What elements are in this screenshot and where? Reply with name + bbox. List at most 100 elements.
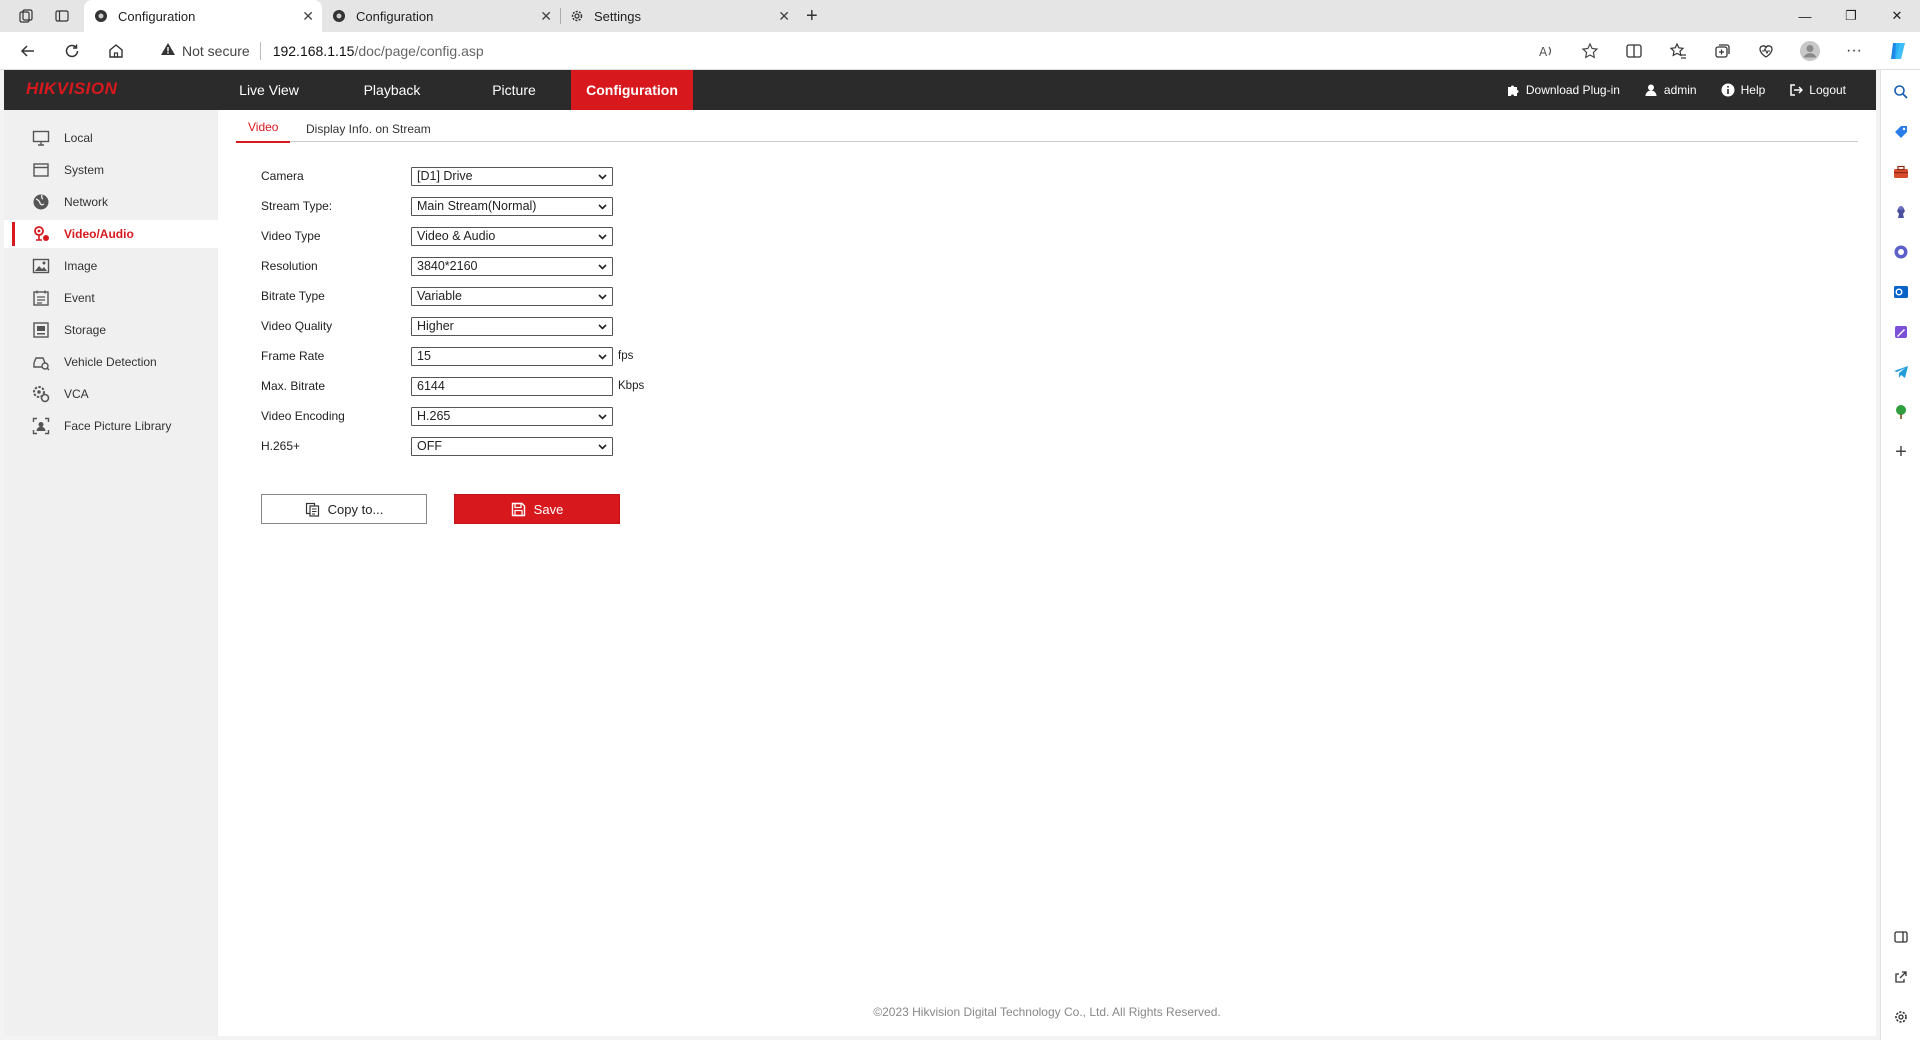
max-bitrate-label: Max. Bitrate xyxy=(261,379,326,393)
favorite-star-icon[interactable] xyxy=(1568,42,1612,60)
add-icon[interactable]: + xyxy=(1889,440,1913,464)
tree-icon[interactable] xyxy=(1889,400,1913,424)
nav-configuration[interactable]: Configuration xyxy=(571,70,693,110)
bitrate-type-select[interactable]: Variable xyxy=(411,286,613,306)
sub-tabs: Video Display Info. on Stream xyxy=(236,120,1858,144)
nav-picture[interactable]: Picture xyxy=(453,70,575,110)
sidebar-item-label: Network xyxy=(64,195,109,209)
sidebar-item-vehicle-detection[interactable]: Vehicle Detection xyxy=(4,348,218,376)
sidebar-item-storage[interactable]: Storage xyxy=(4,316,218,344)
top-navigation: HIKVISION Live View Playback Picture Con… xyxy=(4,70,1876,110)
browser-tab-3[interactable]: Settings ✕ xyxy=(560,0,798,32)
url-separator xyxy=(259,41,261,60)
stream-type-value: Main Stream(Normal) xyxy=(417,199,537,213)
video-encoding-select[interactable]: H.265 xyxy=(411,406,613,426)
more-options-icon[interactable]: ··· xyxy=(1832,42,1876,60)
tab-actions-icon[interactable] xyxy=(48,2,76,30)
row-max-bitrate: Max. Bitrate 6144 Kbps xyxy=(261,376,644,396)
resolution-value: 3840*2160 xyxy=(417,259,478,273)
sidebar-item-face-picture-library[interactable]: Face Picture Library xyxy=(4,412,218,440)
user-menu[interactable]: admin xyxy=(1644,83,1697,97)
h265plus-select[interactable]: OFF xyxy=(411,436,613,456)
tab-display-info[interactable]: Display Info. on Stream xyxy=(294,122,443,144)
sidebar-item-label: Vehicle Detection xyxy=(64,355,157,369)
tab-title: Configuration xyxy=(356,8,434,24)
tools-icon[interactable] xyxy=(1889,160,1913,184)
workspaces-icon[interactable] xyxy=(12,2,40,30)
nav-live-view[interactable]: Live View xyxy=(208,70,330,110)
sidebar-item-video-audio[interactable]: Video/Audio xyxy=(4,220,218,248)
sidebar-item-network[interactable]: Network xyxy=(4,188,218,216)
help-link[interactable]: Help xyxy=(1721,83,1765,97)
video-encoding-value: H.265 xyxy=(417,409,451,423)
logout-link[interactable]: Logout xyxy=(1789,83,1846,97)
frame-rate-select[interactable]: 15 xyxy=(411,346,613,366)
browser-tab-2[interactable]: Configuration ✕ xyxy=(322,0,561,32)
camera-select[interactable]: [D1] Drive xyxy=(411,166,613,186)
microsoft-365-icon[interactable] xyxy=(1889,240,1913,264)
browser-essentials-icon[interactable] xyxy=(1744,42,1788,60)
video-type-select[interactable]: Video & Audio xyxy=(411,226,613,246)
warning-icon[interactable] xyxy=(160,41,176,60)
max-bitrate-input[interactable]: 6144 xyxy=(411,376,613,396)
row-stream-type: Stream Type: Main Stream(Normal) xyxy=(261,196,613,216)
sidebar-item-image[interactable]: Image xyxy=(4,252,218,280)
split-screen-icon[interactable] xyxy=(1612,42,1656,60)
back-icon[interactable] xyxy=(6,42,50,60)
profile-avatar-icon[interactable] xyxy=(1788,40,1832,62)
refresh-icon[interactable] xyxy=(50,42,94,60)
sidebar-item-vca[interactable]: VCA xyxy=(4,380,218,408)
url-host: 192.168.1.15 xyxy=(272,42,355,59)
sidebar-item-local[interactable]: Local xyxy=(4,124,218,152)
row-video-encoding: Video Encoding H.265 xyxy=(261,406,613,426)
sidebar-item-label: Local xyxy=(64,131,93,145)
settings-gear-icon[interactable] xyxy=(1889,1005,1913,1029)
sidebar-item-event[interactable]: Event xyxy=(4,284,218,312)
new-tab-icon[interactable]: + xyxy=(806,5,818,28)
row-h265plus: H.265+ OFF xyxy=(261,436,613,456)
external-link-icon[interactable] xyxy=(1889,965,1913,989)
favorites-icon[interactable] xyxy=(1656,42,1700,60)
nav-playback[interactable]: Playback xyxy=(331,70,453,110)
bitrate-type-label: Bitrate Type xyxy=(261,289,325,303)
stream-type-select[interactable]: Main Stream(Normal) xyxy=(411,196,613,216)
shopping-tag-icon[interactable] xyxy=(1889,120,1913,144)
close-tab-icon[interactable]: ✕ xyxy=(778,8,790,25)
hikvision-page: HIKVISION Live View Playback Picture Con… xyxy=(4,70,1876,1036)
download-plugin-link[interactable]: Download Plug-in xyxy=(1506,83,1620,97)
close-window-icon[interactable]: ✕ xyxy=(1874,0,1920,32)
resolution-select[interactable]: 3840*2160 xyxy=(411,256,613,276)
video-quality-select[interactable]: Higher xyxy=(411,316,613,336)
logout-label: Logout xyxy=(1809,83,1846,97)
copilot-icon[interactable] xyxy=(1876,40,1920,62)
outlook-icon[interactable] xyxy=(1889,280,1913,304)
search-icon[interactable] xyxy=(1889,80,1913,104)
save-label: Save xyxy=(533,501,564,517)
save-button[interactable]: Save xyxy=(454,494,620,524)
restore-icon[interactable]: ❐ xyxy=(1828,0,1874,32)
image-icon xyxy=(30,258,52,274)
chevron-down-icon xyxy=(598,233,607,240)
tab-title: Configuration xyxy=(118,8,196,24)
gear-icon xyxy=(570,9,584,23)
games-icon[interactable] xyxy=(1889,200,1913,224)
copy-to-button[interactable]: Copy to... xyxy=(261,494,427,524)
home-icon[interactable] xyxy=(94,42,138,60)
collections-icon[interactable] xyxy=(1700,42,1744,60)
telegram-icon[interactable] xyxy=(1889,360,1913,384)
sidebar-item-system[interactable]: System xyxy=(4,156,218,184)
video-encoding-label: Video Encoding xyxy=(261,409,345,423)
camera-favicon-icon xyxy=(94,9,108,23)
designer-icon[interactable] xyxy=(1889,320,1913,344)
chevron-down-icon xyxy=(598,293,607,300)
browser-tab-1[interactable]: Configuration ✕ xyxy=(84,0,322,32)
close-tab-icon[interactable]: ✕ xyxy=(540,8,552,25)
stream-type-label: Stream Type: xyxy=(261,199,333,213)
security-label[interactable]: Not secure xyxy=(182,43,250,59)
sidebar-toggle-icon[interactable] xyxy=(1889,925,1913,949)
read-aloud-icon[interactable]: A xyxy=(1524,42,1568,60)
url-field[interactable]: Not secure 192.168.1.15/doc/page/config.… xyxy=(144,35,1564,66)
minimize-icon[interactable]: — xyxy=(1782,0,1828,32)
tab-video[interactable]: Video xyxy=(236,120,291,143)
close-tab-icon[interactable]: ✕ xyxy=(302,8,314,25)
